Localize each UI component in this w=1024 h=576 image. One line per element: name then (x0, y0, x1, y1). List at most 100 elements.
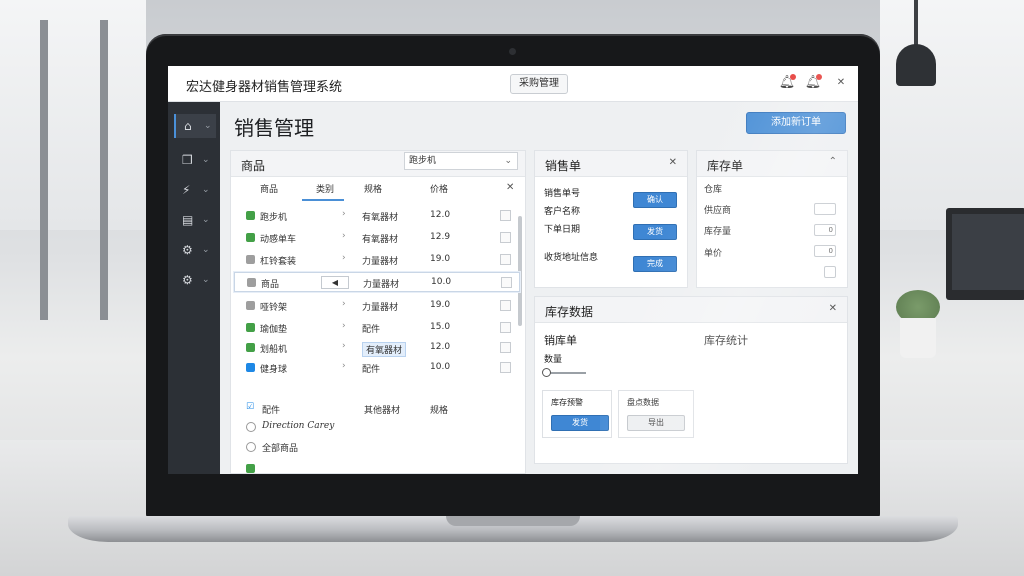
checkbox-icon[interactable] (246, 233, 255, 242)
bell-icon[interactable]: 🔔︎ (778, 74, 796, 92)
radio-button[interactable] (246, 422, 256, 432)
close-icon[interactable]: ✕ (832, 74, 850, 92)
chevron-right-icon[interactable]: › (342, 209, 346, 219)
checkbox-icon[interactable] (246, 323, 255, 332)
chevron-right-icon[interactable]: › (342, 361, 346, 371)
column-header-price[interactable]: 价格 (430, 182, 448, 195)
row-select-box[interactable] (501, 277, 512, 288)
export-button[interactable]: 导出 (627, 415, 685, 431)
table-row[interactable]: 健身球 › 配件 10.0 (234, 358, 520, 378)
row-select-box[interactable] (500, 362, 511, 373)
quantity-label: 数量 (544, 355, 563, 365)
procurement-button[interactable]: 采购管理 (510, 74, 568, 94)
radio-button[interactable] (246, 442, 256, 452)
sales-order-header: 销售单 ✕ (535, 151, 687, 177)
chevron-down-icon: ⌄ (202, 155, 210, 165)
chart-icon: ⚡ (182, 183, 191, 197)
address-label: 收货地址信息 (544, 253, 599, 263)
sidebar-item-config[interactable]: ⚙ ⌄ (174, 238, 216, 262)
app-screen: 宏达健身器材销售管理系统 采购管理 🔔︎ 🔔︎ ✕ ⌂ ⌄ ❒ ⌄ ⚡ ⌄ ▤ ⌄ ⚙ ⌄… (168, 66, 858, 474)
table-row[interactable]: 划船机 › 有氧器材 12.0 (234, 338, 520, 358)
column-header-spec[interactable]: 规格 (364, 182, 382, 195)
product-price: 10.0 (430, 362, 451, 372)
row-select-box[interactable] (500, 322, 511, 333)
laptop-notch (446, 516, 580, 526)
checkbox-icon[interactable] (246, 301, 255, 310)
chevron-down-icon: ⌄ (202, 215, 210, 225)
table-row[interactable]: 哑铃架 › 力量器材 19.0 (234, 296, 520, 316)
stock-quantity-field[interactable]: 0 (814, 224, 836, 236)
sidebar: ⌂ ⌄ ❒ ⌄ ⚡ ⌄ ▤ ⌄ ⚙ ⌄ ⚙ ⌄ (168, 102, 220, 474)
quantity-input[interactable]: ◀ (321, 276, 349, 289)
checkbox-icon[interactable] (246, 363, 255, 372)
sidebar-item-home[interactable]: ⌂ ⌄ (174, 114, 216, 138)
sidebar-item-sales[interactable]: ⚡ ⌄ (174, 178, 216, 202)
sidebar-item-products[interactable]: ❒ ⌄ (174, 148, 216, 172)
inventory-left-label: 销库单 (544, 334, 577, 347)
table-row[interactable]: 跑步机 › 有氧器材 12.0 (234, 206, 520, 226)
checkbox-icon[interactable] (247, 278, 256, 287)
complete-button[interactable]: 完成 (633, 256, 677, 272)
row-select-box[interactable] (500, 232, 511, 243)
checkbox-icon[interactable] (246, 211, 255, 220)
confirm-button[interactable]: 确认 (633, 192, 677, 208)
unit-price-field[interactable]: 0 (814, 245, 836, 257)
column-header-category[interactable]: 类别 (316, 182, 334, 195)
product-category: 有氧器材 (362, 235, 399, 245)
checkbox-icon[interactable]: ☑ (246, 402, 254, 412)
product-category: 有氧器材 (362, 342, 407, 357)
message-dot (816, 74, 822, 80)
gear-icon: ⚙ (182, 243, 193, 257)
sales-order-title: 销售单 (545, 159, 582, 173)
checkbox-icon[interactable] (246, 343, 255, 352)
confirm-checkbox[interactable] (824, 266, 836, 278)
chevron-right-icon[interactable]: › (342, 253, 346, 263)
close-icon[interactable]: ✕ (506, 182, 514, 193)
product-category: 力量器材 (362, 257, 399, 267)
inventory-panel-header: 库存数据 ✕ (535, 297, 847, 323)
table-row[interactable]: 商品 ◀ 力量器材 10.0 (234, 272, 520, 292)
row-select-box[interactable] (500, 254, 511, 265)
close-icon[interactable]: ✕ (829, 303, 837, 314)
message-icon[interactable]: 🔔︎ (804, 74, 822, 92)
quantity-slider-handle[interactable] (542, 368, 551, 377)
sidebar-item-documents[interactable]: ▤ ⌄ (174, 208, 216, 232)
list-item[interactable] (234, 464, 520, 474)
stock-alert-title: 库存预警 (551, 398, 583, 407)
sidebar-item-settings[interactable]: ⚙ ⌄ (174, 268, 216, 292)
product-price: 19.0 (430, 300, 451, 310)
row-select-box[interactable] (500, 300, 511, 311)
chevron-right-icon[interactable]: › (342, 321, 346, 331)
background-plant-pot (900, 318, 936, 358)
product-name: 跑步机 (260, 213, 288, 223)
notification-dot (790, 74, 796, 80)
product-category: 配件 (362, 325, 381, 335)
chevron-right-icon[interactable]: › (342, 231, 346, 241)
checkbox-icon[interactable] (246, 255, 255, 264)
table-row[interactable]: 杠铃套装 › 力量器材 19.0 (234, 250, 520, 270)
add-order-button[interactable]: 添加新订单 (746, 112, 846, 134)
close-icon[interactable]: ✕ (669, 157, 677, 168)
unit-price-label: 单价 (704, 249, 723, 259)
stocktake-card: 盘点数据 导出 (618, 390, 694, 438)
products-panel-title: 商品 (241, 159, 266, 173)
settings-icon: ⚙ (182, 273, 193, 287)
supplier-field[interactable] (814, 203, 836, 215)
product-name: 划船机 (260, 345, 288, 355)
table-row[interactable]: 瑜伽垫 › 配件 15.0 (234, 318, 520, 338)
chevron-right-icon[interactable]: › (342, 299, 346, 309)
row-select-box[interactable] (500, 342, 511, 353)
order-date-label: 下单日期 (544, 225, 581, 235)
stock-alert-button[interactable]: 发货 (551, 415, 609, 431)
ship-button[interactable]: 发货 (633, 224, 677, 240)
product-category: 有氧器材 (362, 213, 399, 223)
column-header-product[interactable]: 商品 (260, 182, 278, 195)
order-number-label: 销售单号 (544, 189, 581, 199)
chevron-right-icon[interactable]: › (342, 341, 346, 351)
background-monitor (946, 208, 1024, 300)
row-select-box[interactable] (500, 210, 511, 221)
product-filter-select[interactable]: 跑步机 ⌄ (404, 152, 518, 170)
checkbox-icon[interactable] (246, 464, 255, 473)
table-row[interactable]: 动感单车 › 有氧器材 12.9 (234, 228, 520, 248)
collapse-icon[interactable]: ⌃ (829, 156, 837, 167)
